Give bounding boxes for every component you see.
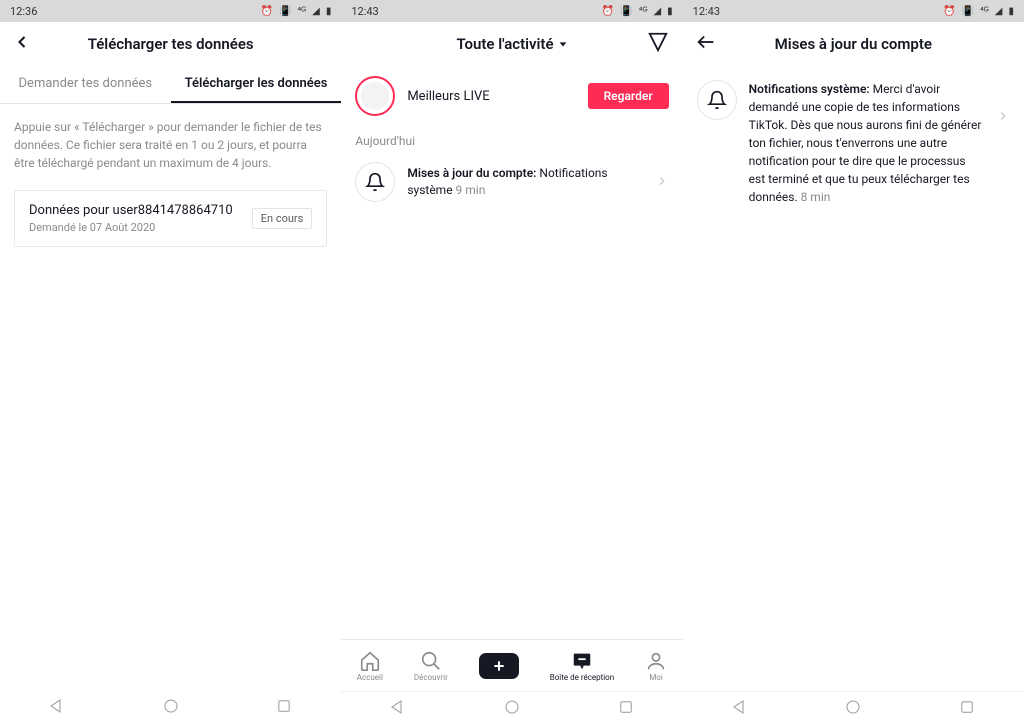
nav-discover[interactable]: Découvrir bbox=[414, 650, 448, 682]
vibrate-icon: 📳 bbox=[279, 6, 291, 17]
status-icons: ⏰ 📳 ⁴ᴳ ◢ ▮ bbox=[261, 6, 332, 17]
alarm-icon: ⏰ bbox=[261, 6, 273, 17]
inbox-icon bbox=[571, 650, 593, 672]
battery-icon: ▮ bbox=[667, 6, 673, 17]
notification-detail-text: Notifications système: Merci d'avoir dem… bbox=[749, 80, 984, 206]
live-avatar[interactable] bbox=[355, 76, 395, 116]
vibrate-icon: 📳 bbox=[962, 6, 974, 17]
caret-down-icon bbox=[558, 39, 568, 49]
system-nav bbox=[341, 691, 682, 721]
card-subtitle: Demandé le 07 Août 2020 bbox=[29, 221, 233, 234]
chevron-right-icon bbox=[996, 108, 1010, 127]
sys-back-icon[interactable] bbox=[389, 698, 407, 716]
section-today: Aujourd'hui bbox=[341, 126, 682, 152]
sys-recents-icon[interactable] bbox=[617, 698, 635, 716]
status-time: 12:36 bbox=[10, 5, 37, 18]
home-icon bbox=[359, 650, 381, 672]
system-nav bbox=[0, 691, 341, 721]
nav-create[interactable] bbox=[479, 653, 519, 679]
status-icons: ⏰ 📳 ⁴ᴳ ◢ ▮ bbox=[602, 6, 673, 17]
status-bar: 12:36 ⏰ 📳 ⁴ᴳ ◢ ▮ bbox=[0, 0, 341, 22]
send-button[interactable] bbox=[647, 31, 669, 57]
notification-icon-wrap bbox=[355, 162, 395, 202]
live-label: Meilleurs LIVE bbox=[407, 89, 575, 104]
signal-icon: ◢ bbox=[995, 6, 1003, 17]
alarm-icon: ⏰ bbox=[943, 6, 955, 17]
card-title: Données pour user8841478864710 bbox=[29, 203, 233, 218]
nav-discover-label: Découvrir bbox=[414, 673, 448, 682]
signal-icon: ◢ bbox=[653, 6, 661, 17]
activity-dropdown[interactable]: Toute l'activité bbox=[456, 35, 567, 53]
back-button[interactable] bbox=[695, 31, 717, 57]
notification-row[interactable]: Mises à jour du compte: Notifications sy… bbox=[341, 152, 682, 212]
arrow-left-icon bbox=[695, 31, 717, 53]
sys-recents-icon[interactable] bbox=[275, 697, 293, 715]
system-nav bbox=[683, 691, 1024, 721]
detail-body: Merci d'avoir demandé une copie de tes i… bbox=[749, 82, 982, 204]
profile-icon bbox=[645, 650, 667, 672]
status-bar: 12:43 ⏰ 📳 ⁴ᴳ ◢ ▮ bbox=[683, 0, 1024, 22]
notif-bold: Mises à jour du compte: bbox=[407, 166, 536, 180]
page-title: Télécharger tes données bbox=[88, 35, 254, 53]
page-title: Mises à jour du compte bbox=[775, 35, 932, 53]
nav-home-label: Accueil bbox=[357, 673, 383, 682]
detail-time: 8 min bbox=[798, 190, 831, 204]
status-time: 12:43 bbox=[351, 5, 378, 18]
nav-inbox-label: Boîte de réception bbox=[550, 673, 614, 682]
sys-home-icon[interactable] bbox=[844, 698, 862, 716]
page-title: Toute l'activité bbox=[456, 35, 553, 53]
status-badge: En cours bbox=[252, 208, 313, 229]
network-icon: ⁴ᴳ bbox=[639, 6, 648, 17]
network-icon: ⁴ᴳ bbox=[297, 6, 306, 17]
watch-button[interactable]: Regarder bbox=[588, 83, 669, 109]
nav-home[interactable]: Accueil bbox=[357, 650, 383, 682]
page-header: Toute l'activité bbox=[341, 22, 682, 66]
live-row: Meilleurs LIVE Regarder bbox=[341, 66, 682, 126]
avatar-icon bbox=[361, 82, 389, 110]
page-header: Télécharger tes données bbox=[0, 22, 341, 66]
sys-back-icon[interactable] bbox=[731, 698, 749, 716]
search-icon bbox=[420, 650, 442, 672]
bell-icon bbox=[707, 90, 727, 110]
description-text: Appuie sur « Télécharger » pour demander… bbox=[0, 104, 341, 186]
sys-back-icon[interactable] bbox=[48, 697, 66, 715]
notification-icon-wrap bbox=[697, 80, 737, 120]
page-header: Mises à jour du compte bbox=[683, 22, 1024, 66]
status-icons: ⏰ 📳 ⁴ᴳ ◢ ▮ bbox=[943, 6, 1014, 17]
vibrate-icon: 📳 bbox=[620, 6, 632, 17]
signal-icon: ◢ bbox=[312, 6, 320, 17]
status-time: 12:43 bbox=[693, 5, 720, 18]
nav-inbox[interactable]: Boîte de réception bbox=[550, 650, 614, 682]
send-icon bbox=[647, 31, 669, 53]
chevron-left-icon bbox=[12, 32, 32, 52]
screen-account-updates: 12:43 ⏰ 📳 ⁴ᴳ ◢ ▮ Mises à jour du compte bbox=[683, 0, 1024, 721]
data-request-card: Données pour user8841478864710 Demandé l… bbox=[14, 190, 327, 247]
tab-download-data[interactable]: Télécharger les données bbox=[171, 66, 342, 103]
screen-activity: 12:43 ⏰ 📳 ⁴ᴳ ◢ ▮ Toute l'activité bbox=[341, 0, 682, 721]
screen-download-data: 12:36 ⏰ 📳 ⁴ᴳ ◢ ▮ Télécharger tes données… bbox=[0, 0, 341, 721]
plus-icon bbox=[491, 658, 507, 674]
sys-home-icon[interactable] bbox=[503, 698, 521, 716]
chevron-right-icon bbox=[655, 173, 669, 192]
notification-text: Mises à jour du compte: Notifications sy… bbox=[407, 165, 642, 199]
network-icon: ⁴ᴳ bbox=[980, 6, 989, 17]
sys-recents-icon[interactable] bbox=[958, 698, 976, 716]
status-bar: 12:43 ⏰ 📳 ⁴ᴳ ◢ ▮ bbox=[341, 0, 682, 22]
detail-bold: Notifications système: bbox=[749, 82, 870, 96]
back-button[interactable] bbox=[12, 32, 32, 56]
battery-icon: ▮ bbox=[1008, 6, 1014, 17]
notification-detail-row[interactable]: Notifications système: Merci d'avoir dem… bbox=[683, 66, 1024, 220]
alarm-icon: ⏰ bbox=[602, 6, 614, 17]
bell-icon bbox=[365, 172, 385, 192]
tab-request-data[interactable]: Demander tes données bbox=[0, 66, 171, 103]
nav-me[interactable]: Moi bbox=[645, 650, 667, 682]
notif-time: 9 min bbox=[453, 183, 486, 197]
bottom-nav: Accueil Découvrir Boîte de réception Moi bbox=[341, 639, 682, 691]
battery-icon: ▮ bbox=[326, 6, 332, 17]
sys-home-icon[interactable] bbox=[162, 697, 180, 715]
nav-me-label: Moi bbox=[649, 673, 663, 682]
tabs: Demander tes données Télécharger les don… bbox=[0, 66, 341, 104]
